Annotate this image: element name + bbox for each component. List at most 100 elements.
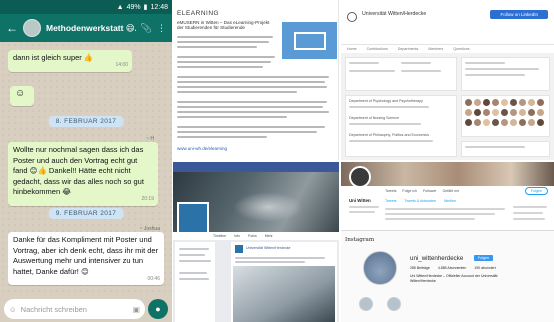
attach-icon[interactable]: 📎 [141, 23, 152, 34]
doc-text-line [177, 81, 325, 83]
member-avatar[interactable] [501, 99, 508, 106]
member-avatar[interactable] [537, 119, 544, 126]
member-avatar[interactable] [501, 109, 508, 116]
clock: 12:48 [150, 3, 168, 11]
member-avatar[interactable] [501, 119, 508, 126]
doc-text-line [177, 86, 327, 88]
university-logo-icon [347, 12, 357, 22]
location-line [465, 68, 539, 70]
instagram-avatar[interactable] [363, 251, 397, 285]
stat-followers[interactable]: 4.885 Abonnenten [438, 266, 466, 270]
doc-link[interactable]: www.uni-wh.de/elearning [177, 146, 227, 151]
stat-following[interactable]: Folge ich [402, 189, 417, 193]
member-avatar[interactable] [492, 119, 499, 126]
whatsapp-chat-panel: ▲ 49% ▮ 12:48 ← Methodenwerkstatt 😄... 📎… [0, 0, 172, 322]
message-bubble[interactable]: ☺ [10, 86, 34, 106]
member-avatar[interactable] [492, 109, 499, 116]
message-bubble[interactable]: dann ist gleich super 👍 14:00 [8, 50, 132, 72]
department-item[interactable]: Department of Psychology and Psychothera… [349, 99, 453, 103]
tab-replies[interactable]: Tweets & Antworten [404, 199, 436, 203]
member-avatar[interactable] [510, 99, 517, 106]
member-avatar[interactable] [474, 119, 481, 126]
instagram-logo[interactable]: Instagram [345, 237, 374, 243]
tab-members[interactable]: Members [428, 47, 443, 51]
signal-icon: ▲ [116, 3, 124, 11]
sidebar-line [179, 260, 211, 262]
doc-text-line [177, 56, 275, 58]
suggestion-line [513, 206, 547, 208]
microphone-button[interactable]: ● [148, 299, 168, 319]
back-arrow-icon[interactable]: ← [6, 21, 18, 35]
member-avatar[interactable] [537, 99, 544, 106]
member-avatar[interactable] [519, 99, 526, 106]
member-avatar[interactable] [465, 99, 472, 106]
stat-likes[interactable]: Gefällt mir [443, 189, 459, 193]
sidebar-line [179, 278, 209, 280]
member-avatar[interactable] [483, 119, 490, 126]
twitter-follow-button[interactable]: Folgen [525, 187, 548, 195]
message-time: 00:46 [147, 275, 160, 282]
tab-questions[interactable]: Questions [453, 47, 469, 51]
twitter-header-banner [341, 162, 554, 186]
member-avatar[interactable] [483, 109, 490, 116]
post-image[interactable] [233, 266, 335, 322]
member-avatar[interactable] [474, 109, 481, 116]
member-avatar[interactable] [528, 109, 535, 116]
message-bubble[interactable]: ~ Joshua Danke für das Kompliment mit Po… [8, 226, 164, 285]
story-highlight[interactable] [387, 297, 401, 311]
story-highlight[interactable] [359, 297, 373, 311]
profile-picture[interactable] [177, 202, 209, 234]
instagram-follow-button[interactable]: Folgen [474, 255, 493, 261]
chat-title[interactable]: Methodenwerkstatt 😄... [46, 23, 136, 34]
follow-button[interactable]: Follow on LinkedIn [490, 10, 548, 19]
tab-media[interactable]: Medien [444, 199, 456, 203]
doc-text-line [177, 131, 317, 133]
member-avatar[interactable] [510, 119, 517, 126]
department-item[interactable]: Department of Philosophy, Politics and E… [349, 133, 453, 137]
more-menu-icon[interactable]: ⋮ [157, 23, 166, 34]
member-avatar[interactable] [528, 99, 535, 106]
facebook-page-panel: Timeline Info Fotos Mehr Universität Wit… [173, 162, 339, 322]
laptop-icon [293, 31, 326, 50]
twitter-avatar[interactable] [349, 166, 371, 188]
nav-info[interactable]: Info [234, 234, 240, 238]
stat-posts[interactable]: 285 Beiträge [410, 266, 430, 270]
camera-icon[interactable]: ▣ [133, 305, 140, 314]
stat-followers[interactable]: Follower [423, 189, 437, 193]
sidebar-line [179, 248, 209, 250]
member-avatar[interactable] [492, 99, 499, 106]
member-avatar[interactable] [519, 109, 526, 116]
member-avatar[interactable] [537, 109, 544, 116]
tab-departments[interactable]: Departments [398, 47, 419, 51]
university-name[interactable]: Universität Witten/Herdecke [362, 11, 426, 17]
battery-level: 49% [126, 3, 141, 11]
tweet-line [385, 208, 505, 210]
emoji-icon[interactable]: ☺ [9, 305, 17, 314]
member-avatar[interactable] [519, 119, 526, 126]
sidebar-line [179, 254, 205, 256]
stat-tweets[interactable]: Tweets [385, 189, 396, 193]
member-avatar[interactable] [483, 99, 490, 106]
member-avatar[interactable] [528, 119, 535, 126]
nav-more[interactable]: Mehr [265, 234, 273, 238]
member-avatar[interactable] [474, 99, 481, 106]
uni-tabs: Home Contributions Departments Members Q… [341, 44, 554, 53]
doc-text-line [177, 111, 329, 113]
doc-intro: eMUSERN in Witten – Das eLearning-Projek… [177, 20, 270, 30]
member-avatar[interactable] [465, 119, 472, 126]
tab-contributions[interactable]: Contributions [367, 47, 388, 51]
tab-home[interactable]: Home [347, 47, 357, 51]
tab-tweets[interactable]: Tweets [385, 199, 396, 203]
stat-following[interactable]: 190 abonniert [474, 266, 495, 270]
message-text: Wollte nur nochmal sagen dass ich das Po… [13, 145, 144, 196]
message-input[interactable]: ☺ Nachricht schreiben ▣ [4, 299, 145, 319]
nav-timeline[interactable]: Timeline [213, 234, 226, 238]
departments-card [345, 95, 457, 157]
department-item[interactable]: Department of Nursing Science [349, 116, 453, 120]
post-author-name[interactable]: Universität Witten/Herdecke [246, 246, 291, 250]
group-avatar[interactable] [23, 19, 41, 37]
nav-photos[interactable]: Fotos [248, 234, 257, 238]
message-bubble[interactable]: ~ H Wollte nur nochmal sagen dass ich da… [8, 136, 158, 206]
member-avatar[interactable] [510, 109, 517, 116]
member-avatar[interactable] [465, 109, 472, 116]
